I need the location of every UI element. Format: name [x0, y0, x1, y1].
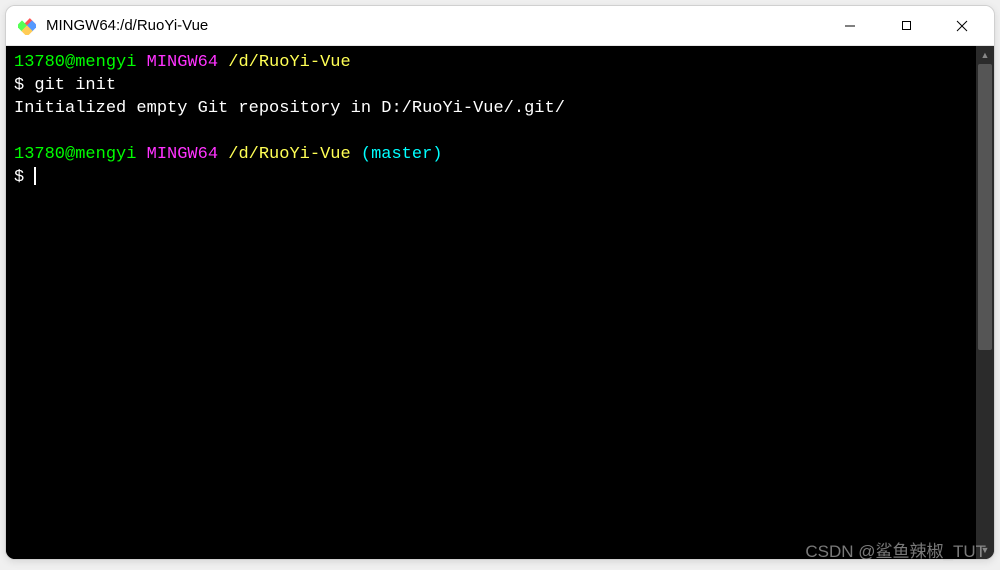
user-host: 13780@mengyi [14, 53, 136, 72]
current-dir: /d/RuoYi-Vue [228, 53, 350, 72]
scroll-thumb[interactable] [978, 64, 992, 350]
window-controls [822, 6, 990, 45]
window-title: MINGW64:/d/RuoYi-Vue [46, 17, 822, 34]
command-text: git init [34, 76, 116, 95]
prompt-line: 13780@mengyi MINGW64 /d/RuoYi-Vue [14, 52, 968, 75]
cursor [34, 167, 36, 185]
output-line: Initialized empty Git repository in D:/R… [14, 98, 968, 121]
user-host: 13780@mengyi [14, 145, 136, 164]
terminal-output[interactable]: 13780@mengyi MINGW64 /d/RuoYi-Vue $ git … [6, 46, 976, 559]
minimize-button[interactable] [822, 6, 878, 45]
prompt-symbol: $ [14, 76, 24, 95]
scroll-up-arrow[interactable]: ▲ [976, 46, 994, 64]
blank-line [14, 121, 968, 144]
git-branch: (master) [361, 145, 443, 164]
app-icon [18, 17, 36, 35]
current-dir: /d/RuoYi-Vue [228, 145, 350, 164]
command-line: $ [14, 167, 968, 190]
maximize-button[interactable] [878, 6, 934, 45]
titlebar[interactable]: MINGW64:/d/RuoYi-Vue [6, 6, 994, 46]
prompt-symbol: $ [14, 168, 24, 187]
scroll-down-arrow[interactable]: ▼ [976, 541, 994, 559]
prompt-line: 13780@mengyi MINGW64 /d/RuoYi-Vue (maste… [14, 144, 968, 167]
shell-env: MINGW64 [147, 53, 218, 72]
scrollbar[interactable]: ▲ ▼ [976, 46, 994, 559]
terminal-area: 13780@mengyi MINGW64 /d/RuoYi-Vue $ git … [6, 46, 994, 559]
command-line: $ git init [14, 75, 968, 98]
shell-env: MINGW64 [147, 145, 218, 164]
scroll-track[interactable] [976, 64, 994, 541]
close-button[interactable] [934, 6, 990, 45]
terminal-window: MINGW64:/d/RuoYi-Vue 13780@mengyi MINGW6… [5, 5, 995, 560]
